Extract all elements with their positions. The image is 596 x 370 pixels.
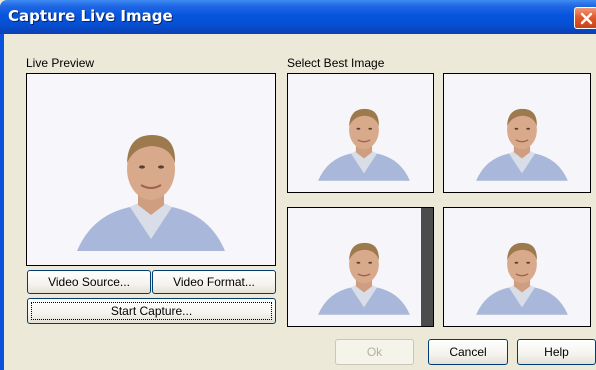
live-preview-image xyxy=(26,73,276,266)
live-preview-label: Live Preview xyxy=(26,56,95,70)
help-button[interactable]: Help xyxy=(517,339,596,365)
close-icon xyxy=(580,12,593,25)
video-source-button[interactable]: Video Source... xyxy=(27,270,151,294)
window-left-border xyxy=(0,34,4,370)
title-bar[interactable]: Capture Live Image xyxy=(0,0,596,34)
start-capture-button[interactable]: Start Capture... xyxy=(27,298,276,324)
start-capture-label: Start Capture... xyxy=(110,304,193,318)
ok-button[interactable]: Ok xyxy=(335,339,414,365)
close-button[interactable] xyxy=(574,7,596,29)
best-image-thumbnail-4[interactable] xyxy=(443,207,591,327)
cancel-button[interactable]: Cancel xyxy=(428,339,508,365)
best-image-thumbnail-3[interactable] xyxy=(287,207,434,327)
window-title: Capture Live Image xyxy=(8,7,173,25)
capture-dialog: Capture Live Image Live Preview Video So… xyxy=(0,0,596,370)
video-format-button[interactable]: Video Format... xyxy=(152,270,276,294)
best-image-thumbnail-2[interactable] xyxy=(443,73,591,193)
select-best-image-label: Select Best Image xyxy=(287,56,385,70)
best-image-thumbnail-1[interactable] xyxy=(287,73,434,193)
